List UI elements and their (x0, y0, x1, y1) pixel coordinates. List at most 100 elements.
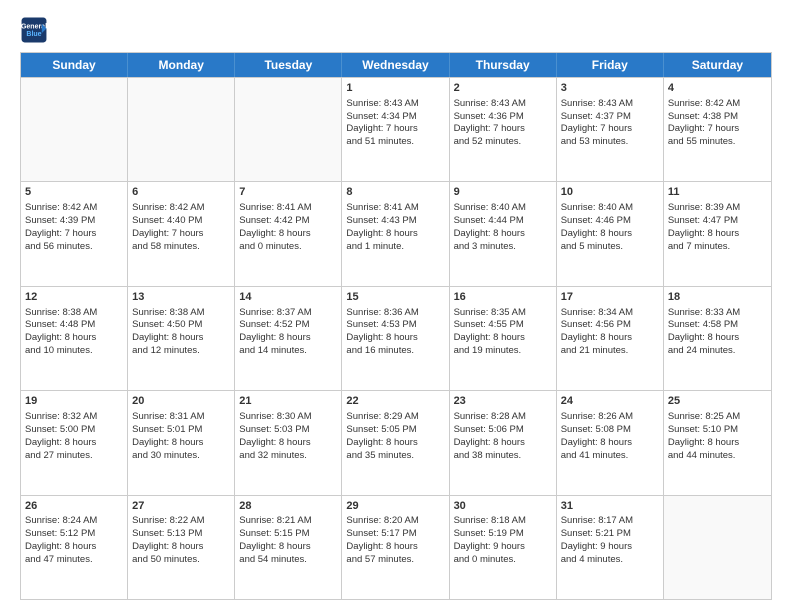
day-info-line: Sunrise: 8:42 AM (132, 202, 204, 213)
day-number: 3 (561, 81, 659, 96)
day-info-line: Sunrise: 8:33 AM (668, 307, 740, 318)
day-number: 7 (239, 185, 337, 200)
day-info-line: Sunset: 4:44 PM (454, 215, 524, 226)
day-info-line: Daylight: 8 hours (346, 437, 417, 448)
day-cell-10: 10Sunrise: 8:40 AMSunset: 4:46 PMDayligh… (557, 182, 664, 285)
day-info-line: and 16 minutes. (346, 345, 414, 356)
day-info-line: Sunrise: 8:32 AM (25, 411, 97, 422)
day-info-line: and 14 minutes. (239, 345, 307, 356)
day-info-line: Daylight: 8 hours (132, 541, 203, 552)
day-header-tuesday: Tuesday (235, 53, 342, 77)
day-number: 22 (346, 394, 444, 409)
day-number: 4 (668, 81, 767, 96)
week-row-4: 26Sunrise: 8:24 AMSunset: 5:12 PMDayligh… (21, 495, 771, 599)
day-info-line: Sunset: 4:34 PM (346, 111, 416, 122)
day-info-line: Sunset: 4:53 PM (346, 319, 416, 330)
week-row-0: 1Sunrise: 8:43 AMSunset: 4:34 PMDaylight… (21, 77, 771, 181)
day-number: 15 (346, 290, 444, 305)
day-info-line: Sunrise: 8:38 AM (132, 307, 204, 318)
day-number: 12 (25, 290, 123, 305)
week-row-2: 12 Sunrise: 8:38 AM Sunset: 4:48 PM Dayligh… (21, 286, 771, 390)
day-number: 10 (561, 185, 659, 200)
day-cell-17: 17Sunrise: 8:34 AMSunset: 4:56 PMDayligh… (557, 287, 664, 390)
day-info-line: Daylight: 7 hours (561, 123, 632, 134)
day-info-line: Sunrise: 8:31 AM (132, 411, 204, 422)
day-info-line: Sunrise: 8:22 AM (132, 515, 204, 526)
day-cell-16: 16Sunrise: 8:35 AMSunset: 4:55 PMDayligh… (450, 287, 557, 390)
day-info-line: Sunrise: 8:25 AM (668, 411, 740, 422)
day-info-line: Daylight: 8 hours (132, 437, 203, 448)
day-info-line: and 56 minutes. (25, 241, 93, 252)
day-cell-23: 23Sunrise: 8:28 AMSunset: 5:06 PMDayligh… (450, 391, 557, 494)
day-number: 26 (25, 499, 123, 514)
day-info-line: and 55 minutes. (668, 136, 736, 147)
day-info-line: Daylight: 8 hours (454, 228, 525, 239)
day-cell-1: 1Sunrise: 8:43 AMSunset: 4:34 PMDaylight… (342, 78, 449, 181)
day-number: 18 (668, 290, 767, 305)
day-info-line: and 54 minutes. (239, 554, 307, 565)
day-cell-27: 27Sunrise: 8:22 AMSunset: 5:13 PMDayligh… (128, 496, 235, 599)
day-info-line: and 30 minutes. (132, 450, 200, 461)
day-cell-20: 20Sunrise: 8:31 AMSunset: 5:01 PMDayligh… (128, 391, 235, 494)
day-info-line: and 57 minutes. (346, 554, 414, 565)
day-info-line: Sunset: 5:03 PM (239, 424, 309, 435)
empty-cell (664, 496, 771, 599)
day-info-line: Sunrise: 8:34 AM (561, 307, 633, 318)
day-info-line: and 51 minutes. (346, 136, 414, 147)
day-number: 17 (561, 290, 659, 305)
day-cell-24: 24Sunrise: 8:26 AMSunset: 5:08 PMDayligh… (557, 391, 664, 494)
day-number: 30 (454, 499, 552, 514)
day-number: 13 (132, 290, 230, 305)
day-info-line: Sunrise: 8:28 AM (454, 411, 526, 422)
day-info-line: Daylight: 8 hours (668, 332, 739, 343)
day-info-line: and 4 minutes. (561, 554, 623, 565)
day-info-line: and 10 minutes. (25, 345, 93, 356)
day-info-line: Daylight: 8 hours (25, 332, 96, 343)
day-info-line: Sunset: 5:05 PM (346, 424, 416, 435)
day-info-line: Sunset: 5:10 PM (668, 424, 738, 435)
day-info-line: Sunrise: 8:43 AM (561, 98, 633, 109)
day-cell-28: 28Sunrise: 8:21 AMSunset: 5:15 PMDayligh… (235, 496, 342, 599)
day-info-line: Sunrise: 8:41 AM (239, 202, 311, 213)
day-info-line: and 0 minutes. (239, 241, 301, 252)
svg-text:Blue: Blue (26, 31, 41, 38)
day-info-line: and 52 minutes. (454, 136, 522, 147)
day-info-line: Sunset: 4:43 PM (346, 215, 416, 226)
day-info-line: Sunset: 4:55 PM (454, 319, 524, 330)
day-cell-22: 22 Sunrise: 8:29 AM Sunset: 5:05 PM Dayligh… (342, 391, 449, 494)
day-info-line: Daylight: 8 hours (346, 228, 417, 239)
day-info-line: and 19 minutes. (454, 345, 522, 356)
empty-cell (128, 78, 235, 181)
day-cell-18: 18Sunrise: 8:33 AMSunset: 4:58 PMDayligh… (664, 287, 771, 390)
day-info-line: Daylight: 8 hours (668, 228, 739, 239)
calendar-body: 1Sunrise: 8:43 AMSunset: 4:34 PMDaylight… (21, 77, 771, 599)
day-info-line: and 24 minutes. (668, 345, 736, 356)
day-info-line: Sunrise: 8:30 AM (239, 411, 311, 422)
day-info-line: Sunrise: 8:21 AM (239, 515, 311, 526)
day-info-line: Daylight: 7 hours (132, 228, 203, 239)
day-number: 24 (561, 394, 659, 409)
day-info-line: Sunrise: 8:29 AM (346, 411, 418, 422)
day-info-line: Sunrise: 8:39 AM (668, 202, 740, 213)
day-cell-8: 8Sunrise: 8:41 AMSunset: 4:43 PMDaylight… (342, 182, 449, 285)
day-cell-9: 9Sunrise: 8:40 AMSunset: 4:44 PMDaylight… (450, 182, 557, 285)
day-info-line: and 12 minutes. (132, 345, 200, 356)
day-info-line: Daylight: 8 hours (668, 437, 739, 448)
day-info-line: Sunset: 4:48 PM (25, 319, 95, 330)
day-number: 28 (239, 499, 337, 514)
day-number: 6 (132, 185, 230, 200)
day-info-line: Sunrise: 8:43 AM (454, 98, 526, 109)
day-info-line: Sunset: 4:52 PM (239, 319, 309, 330)
day-number: 29 (346, 499, 444, 514)
day-cell-12: 12Sunrise: 8:38 AMSunset: 4:48 PMDayligh… (21, 287, 128, 390)
day-info-line: Sunset: 4:46 PM (561, 215, 631, 226)
day-info-line: Sunset: 5:21 PM (561, 528, 631, 539)
day-number: 11 (668, 185, 767, 200)
day-info-line: Daylight: 8 hours (454, 437, 525, 448)
day-cell-13: 13Sunrise: 8:38 AMSunset: 4:50 PMDayligh… (128, 287, 235, 390)
day-info-line: Sunset: 5:00 PM (25, 424, 95, 435)
day-cell-15: 15Sunrise: 8:36 AMSunset: 4:53 PMDayligh… (342, 287, 449, 390)
day-info-line: and 0 minutes. (454, 554, 516, 565)
calendar-header: SundayMondayTuesdayWednesdayThursdayFrid… (21, 53, 771, 77)
day-cell-21: 21Sunrise: 8:30 AMSunset: 5:03 PMDayligh… (235, 391, 342, 494)
